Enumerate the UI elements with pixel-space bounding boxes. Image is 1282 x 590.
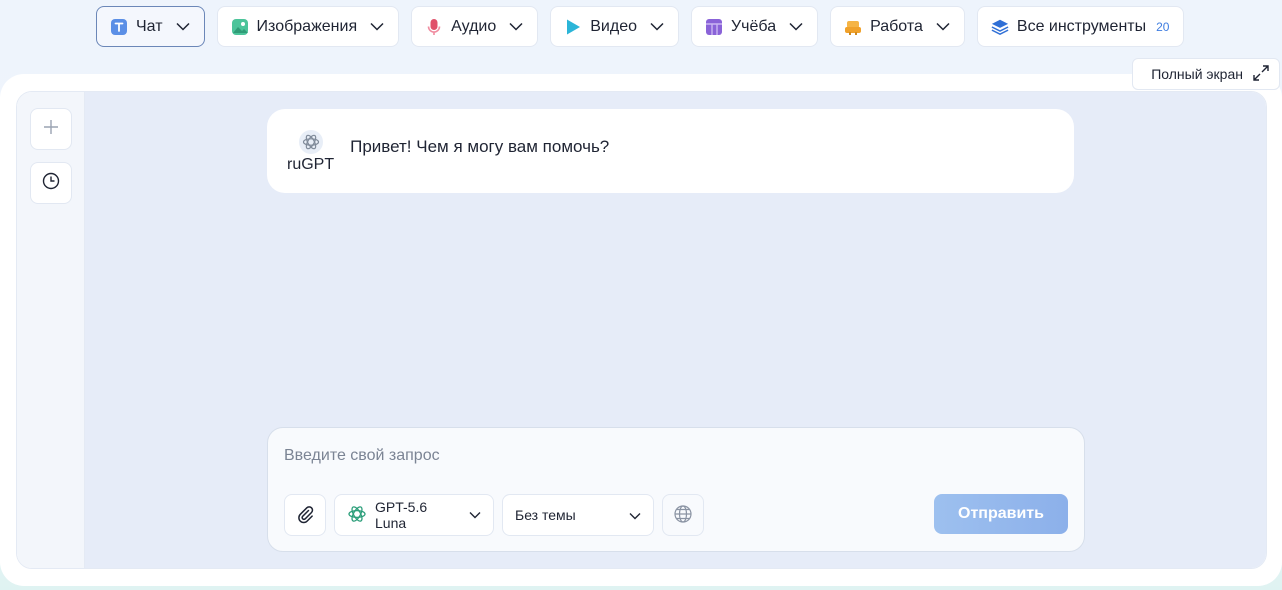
web-search-toggle[interactable]	[662, 494, 704, 536]
play-icon	[564, 18, 582, 36]
model-select[interactable]: GPT-5.6 Luna	[334, 494, 494, 536]
layers-icon	[991, 18, 1009, 36]
book-icon	[705, 18, 723, 36]
message-text: Привет! Чем я могу вам помочь?	[350, 137, 610, 156]
nav-video[interactable]: Видео	[550, 6, 679, 47]
openai-logo-icon	[298, 130, 323, 154]
chevron-down-icon	[650, 22, 664, 31]
fullscreen-label: Полный экран	[1151, 66, 1243, 82]
nav-audio-label: Аудио	[451, 17, 497, 35]
topic-label: Без темы	[515, 507, 576, 523]
text-t-icon	[110, 18, 128, 36]
nav-video-label: Видео	[590, 17, 637, 35]
bot-identity: ruGPT	[287, 130, 334, 174]
bot-name: ruGPT	[287, 156, 335, 173]
nav-images[interactable]: Изображения	[216, 6, 400, 47]
nav-audio[interactable]: Аудио	[411, 6, 539, 47]
chat-area: ruGPT Привет! Чем я могу вам помочь? GPT…	[85, 92, 1266, 568]
chevron-down-icon	[936, 22, 950, 31]
model-label: GPT-5.6 Luna	[375, 499, 428, 531]
globe-icon	[673, 504, 693, 527]
nav-study-label: Учёба	[731, 17, 777, 35]
plus-icon	[43, 119, 59, 140]
composer: GPT-5.6 Luna Без темы Отправить	[267, 427, 1085, 552]
nav-study[interactable]: Учёба	[691, 6, 819, 47]
briefcase-icon	[844, 18, 862, 36]
new-chat-button[interactable]	[29, 108, 72, 150]
chevron-down-icon	[469, 511, 481, 519]
nav-work-label: Работа	[870, 17, 923, 35]
image-icon	[231, 18, 249, 36]
tools-count-badge: 20	[1156, 19, 1170, 34]
nav-all-tools-label: Все инструменты	[1016, 17, 1147, 35]
assistant-message: ruGPT Привет! Чем я могу вам помочь?	[267, 109, 1074, 193]
openai-logo-icon	[347, 504, 367, 527]
chevron-down-icon	[509, 22, 523, 31]
sidebar	[17, 92, 85, 568]
chevron-down-icon	[789, 22, 803, 31]
chevron-down-icon	[370, 22, 384, 31]
fullscreen-button[interactable]: Полный экран	[1132, 58, 1280, 90]
nav-images-label: Изображения	[256, 17, 358, 35]
nav-chat[interactable]: Чат	[96, 6, 205, 47]
attach-button[interactable]	[284, 494, 326, 536]
top-navigation: Чат Изображения Аудио Видео Учёба Работа	[96, 6, 1185, 48]
chevron-down-icon	[629, 507, 641, 523]
history-button[interactable]	[29, 162, 72, 204]
expand-icon	[1251, 63, 1271, 86]
nav-work[interactable]: Работа	[830, 6, 965, 47]
chat-panel: ruGPT Привет! Чем я могу вам помочь? GPT…	[16, 91, 1267, 569]
nav-chat-label: Чат	[136, 17, 163, 35]
nav-all-tools[interactable]: Все инструменты 20	[976, 6, 1185, 47]
microphone-icon	[425, 18, 443, 36]
chevron-down-icon	[176, 22, 190, 31]
prompt-input[interactable]	[284, 442, 1044, 470]
topic-select[interactable]: Без темы	[502, 494, 654, 536]
composer-controls: GPT-5.6 Luna Без темы	[284, 494, 704, 536]
paperclip-icon	[295, 504, 315, 527]
clock-icon	[42, 172, 60, 195]
send-button[interactable]: Отправить	[934, 494, 1068, 534]
